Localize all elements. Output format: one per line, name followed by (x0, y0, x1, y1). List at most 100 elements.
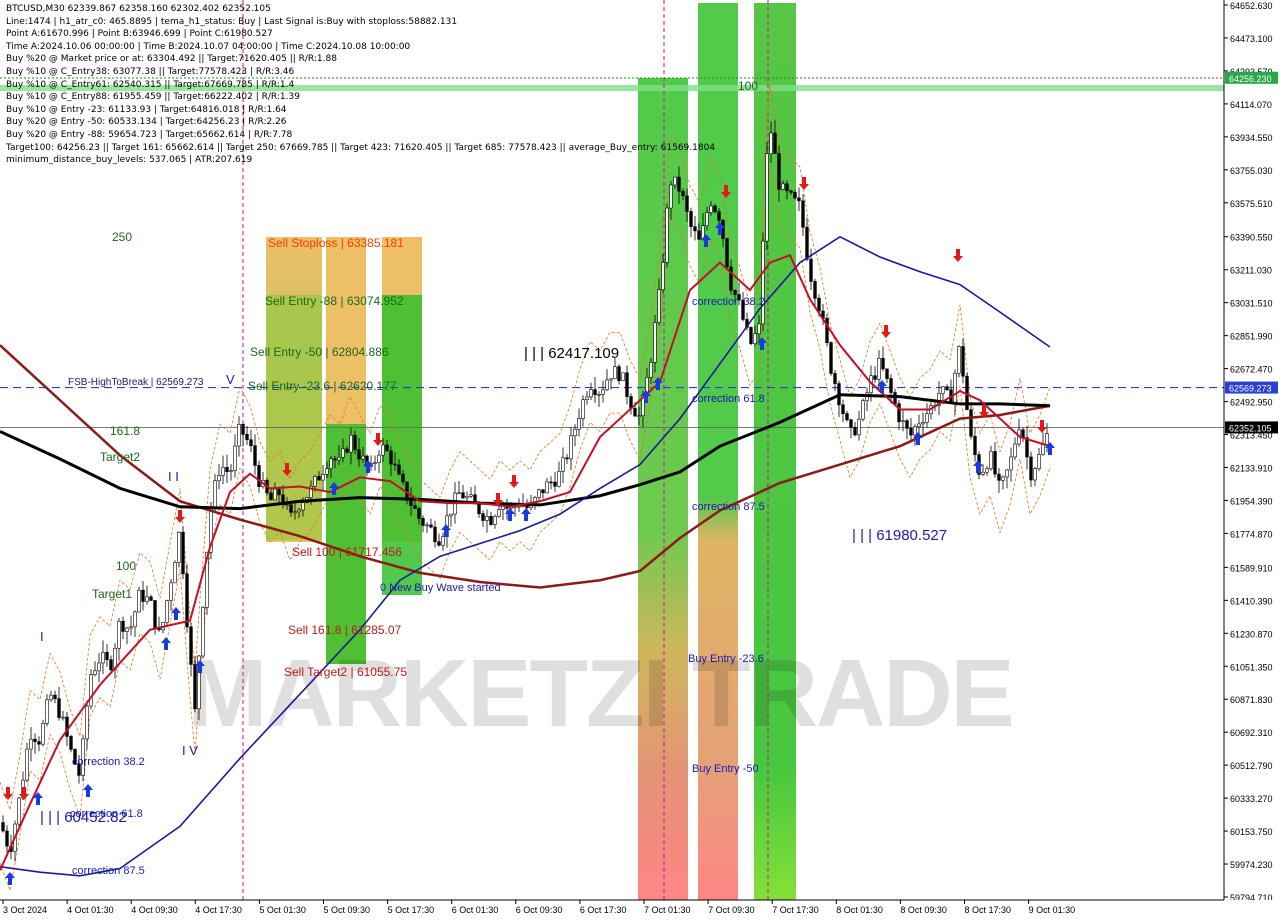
candle-body (185, 573, 189, 628)
zone-block (638, 78, 688, 900)
candle-body (133, 611, 137, 628)
candle-body (829, 342, 833, 374)
candle-body (409, 499, 413, 506)
wave-label: | | | 61980.527 (852, 527, 947, 544)
y-tick-label: 61230.870 (1230, 629, 1273, 639)
candle-body (377, 454, 381, 463)
candle-body (657, 289, 661, 323)
candle-body (449, 513, 453, 517)
candle-body (301, 502, 305, 511)
candle-body (613, 366, 617, 380)
candle-body (709, 205, 713, 213)
candle-body (689, 211, 693, 227)
candle-body (481, 513, 485, 521)
candle-body (797, 197, 801, 202)
candle-body (353, 434, 357, 451)
buy-level-label: correction 61.8 (692, 393, 765, 405)
candle-body (581, 399, 585, 419)
candle-body (1009, 456, 1013, 471)
info-line: Buy %20 @ Market price or at: 63304.492 … (6, 54, 337, 65)
candle-body (561, 457, 565, 472)
candle-body (805, 226, 809, 260)
candle-body (229, 470, 233, 472)
x-tick-label: 5 Oct 01:30 (259, 905, 306, 915)
candle-body (793, 191, 797, 199)
y-tick-label: 63031.510 (1230, 299, 1273, 309)
candle-body (661, 262, 665, 290)
y-tick-label: 63390.550 (1230, 233, 1273, 243)
candle-body (117, 620, 121, 649)
candle-body (381, 444, 385, 456)
price-tag-label: 64256.230 (1229, 74, 1272, 84)
sell-level-label: Sell Stoploss | 63385.181 (268, 236, 404, 250)
candle-body (253, 445, 257, 466)
candle-body (973, 435, 977, 455)
x-tick-label: 6 Oct 17:30 (580, 905, 627, 915)
y-tick-label: 61410.390 (1230, 596, 1273, 606)
fib-level-label: 100 (738, 79, 758, 93)
candle-body (549, 481, 553, 484)
candle-body (485, 516, 489, 521)
candle-body (997, 473, 1001, 481)
candle-body (93, 670, 97, 675)
candle-body (1, 822, 5, 832)
candle-body (953, 372, 957, 404)
candle-body (605, 379, 609, 391)
candle-body (401, 473, 405, 483)
candle-body (101, 652, 105, 664)
watermark-text: MARKETZI TRADE (187, 640, 1012, 747)
candle-body (545, 481, 549, 494)
candle-body (49, 694, 53, 701)
candle-body (573, 428, 577, 437)
x-tick-label: 4 Oct 17:30 (195, 905, 242, 915)
candle-body (773, 132, 777, 154)
candle-body (417, 508, 421, 519)
candle-body (537, 489, 541, 498)
candle-body (881, 357, 885, 370)
candle-body (385, 444, 389, 452)
candle-body (945, 386, 949, 390)
candle-body (725, 238, 729, 268)
candle-body (237, 423, 241, 447)
candle-body (129, 626, 133, 629)
fib-level-label: 250 (112, 230, 132, 244)
info-line: Point A:61670.996 | Point B:63946.699 | … (6, 29, 273, 40)
candle-body (1013, 443, 1017, 458)
candle-body (149, 596, 153, 601)
candle-body (169, 582, 173, 601)
x-tick-label: 7 Oct 01:30 (644, 905, 691, 915)
candle-body (633, 408, 637, 417)
candle-body (625, 372, 629, 397)
candle-body (693, 226, 697, 232)
candle-body (1037, 454, 1041, 469)
candle-body (177, 531, 181, 563)
candle-body (173, 562, 177, 584)
x-tick-label: 6 Oct 01:30 (452, 905, 499, 915)
candle-body (457, 492, 461, 495)
candle-body (565, 457, 569, 460)
candle-body (181, 531, 185, 575)
candle-body (273, 488, 277, 501)
wave-label: | | | 62417.109 (524, 345, 619, 362)
candle-body (221, 467, 225, 476)
new-wave-label: 0 New Buy Wave started (380, 582, 501, 594)
info-line: Target100: 64256.23 || Target 161: 65662… (6, 142, 716, 153)
fsb-label: FSB-HighToBreak | 62569.273 (68, 377, 204, 388)
candle-body (649, 362, 653, 378)
candle-body (65, 716, 69, 737)
candle-body (493, 516, 497, 525)
y-tick-label: 63211.030 (1230, 266, 1272, 276)
buy-level-label: correction 87.5 (692, 501, 765, 513)
candle-body (233, 445, 237, 471)
y-tick-label: 61589.910 (1230, 563, 1273, 573)
y-tick-label: 60512.790 (1230, 761, 1273, 771)
candle-body (97, 662, 101, 672)
candle-body (757, 323, 761, 335)
candle-body (813, 281, 817, 299)
info-line: Buy %10 @ C_Entry88: 61955.459 || Target… (6, 92, 300, 103)
candle-body (325, 468, 329, 475)
candle-body (109, 659, 113, 671)
buy-level-label: Buy Entry -23.6 (688, 653, 764, 665)
candle-body (429, 524, 433, 528)
candle-body (421, 518, 425, 526)
